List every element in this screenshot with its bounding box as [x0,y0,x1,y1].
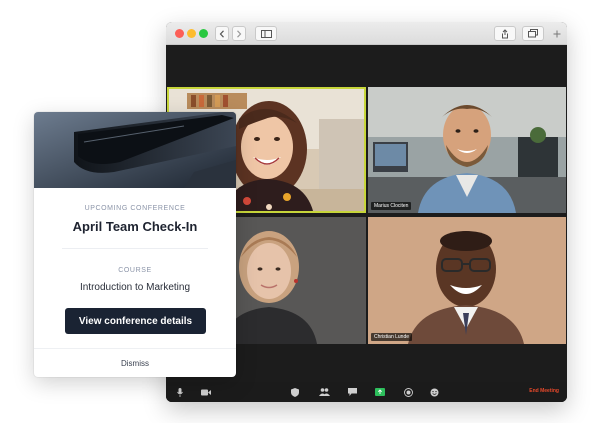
chat-button[interactable] [346,386,358,398]
stage: Marius Clociten Christian Lunde End Meet… [0,0,600,423]
forward-button[interactable] [232,26,246,41]
participant-name-tag: Marius Clociten [371,202,412,210]
meeting-toolbar: End Meeting [166,382,567,402]
divider [62,248,208,249]
participant-tile-2[interactable]: Marius Clociten [368,87,566,213]
video-button[interactable] [200,386,212,398]
record-button[interactable] [402,386,414,398]
security-button[interactable] [289,386,301,398]
conference-card: UPCOMING CONFERENCE April Team Check-In … [34,112,236,377]
record-icon [403,387,413,397]
course-label: COURSE [118,267,152,274]
title-bar [166,22,567,45]
minimize-window-button[interactable] [187,29,196,38]
dismiss-button[interactable]: Dismiss [121,359,149,368]
participants-button[interactable] [318,386,330,398]
participant-video [368,87,566,213]
participant-video [368,217,566,344]
mute-button[interactable] [174,386,186,398]
conference-title: April Team Check-In [72,219,198,234]
card-footer: Dismiss [34,348,236,377]
new-tab-icon [553,30,561,37]
back-button[interactable] [215,26,229,41]
camera-icon [201,389,211,395]
reactions-button[interactable] [428,386,440,398]
share-icon [502,28,508,38]
sidebar-icon [260,29,272,38]
share-screen-icon [375,388,385,396]
close-window-button[interactable] [175,29,184,38]
forward-icon [237,29,242,38]
tabs-icon [528,29,538,38]
tabs-button[interactable] [522,26,544,41]
security-icon [291,387,299,397]
share-screen-button[interactable] [374,386,386,398]
sidebar-button[interactable] [255,26,277,41]
participant-tile-4[interactable]: Christian Lunde [368,217,566,344]
reactions-icon [430,388,438,396]
participant-name-tag: Christian Lunde [371,333,413,341]
upcoming-conference-label: UPCOMING CONFERENCE [84,205,186,212]
chat-icon [347,388,357,396]
new-tab-button[interactable] [550,26,564,41]
end-meeting-button[interactable]: End Meeting [529,388,559,394]
share-button[interactable] [494,26,516,41]
maximize-window-button[interactable] [199,29,208,38]
participants-icon [318,388,330,396]
phone-image [34,112,236,188]
back-icon [219,29,224,38]
course-name: Introduction to Marketing [79,282,191,293]
microphone-icon [177,387,183,397]
view-conference-details-button[interactable]: View conference details [65,308,206,334]
